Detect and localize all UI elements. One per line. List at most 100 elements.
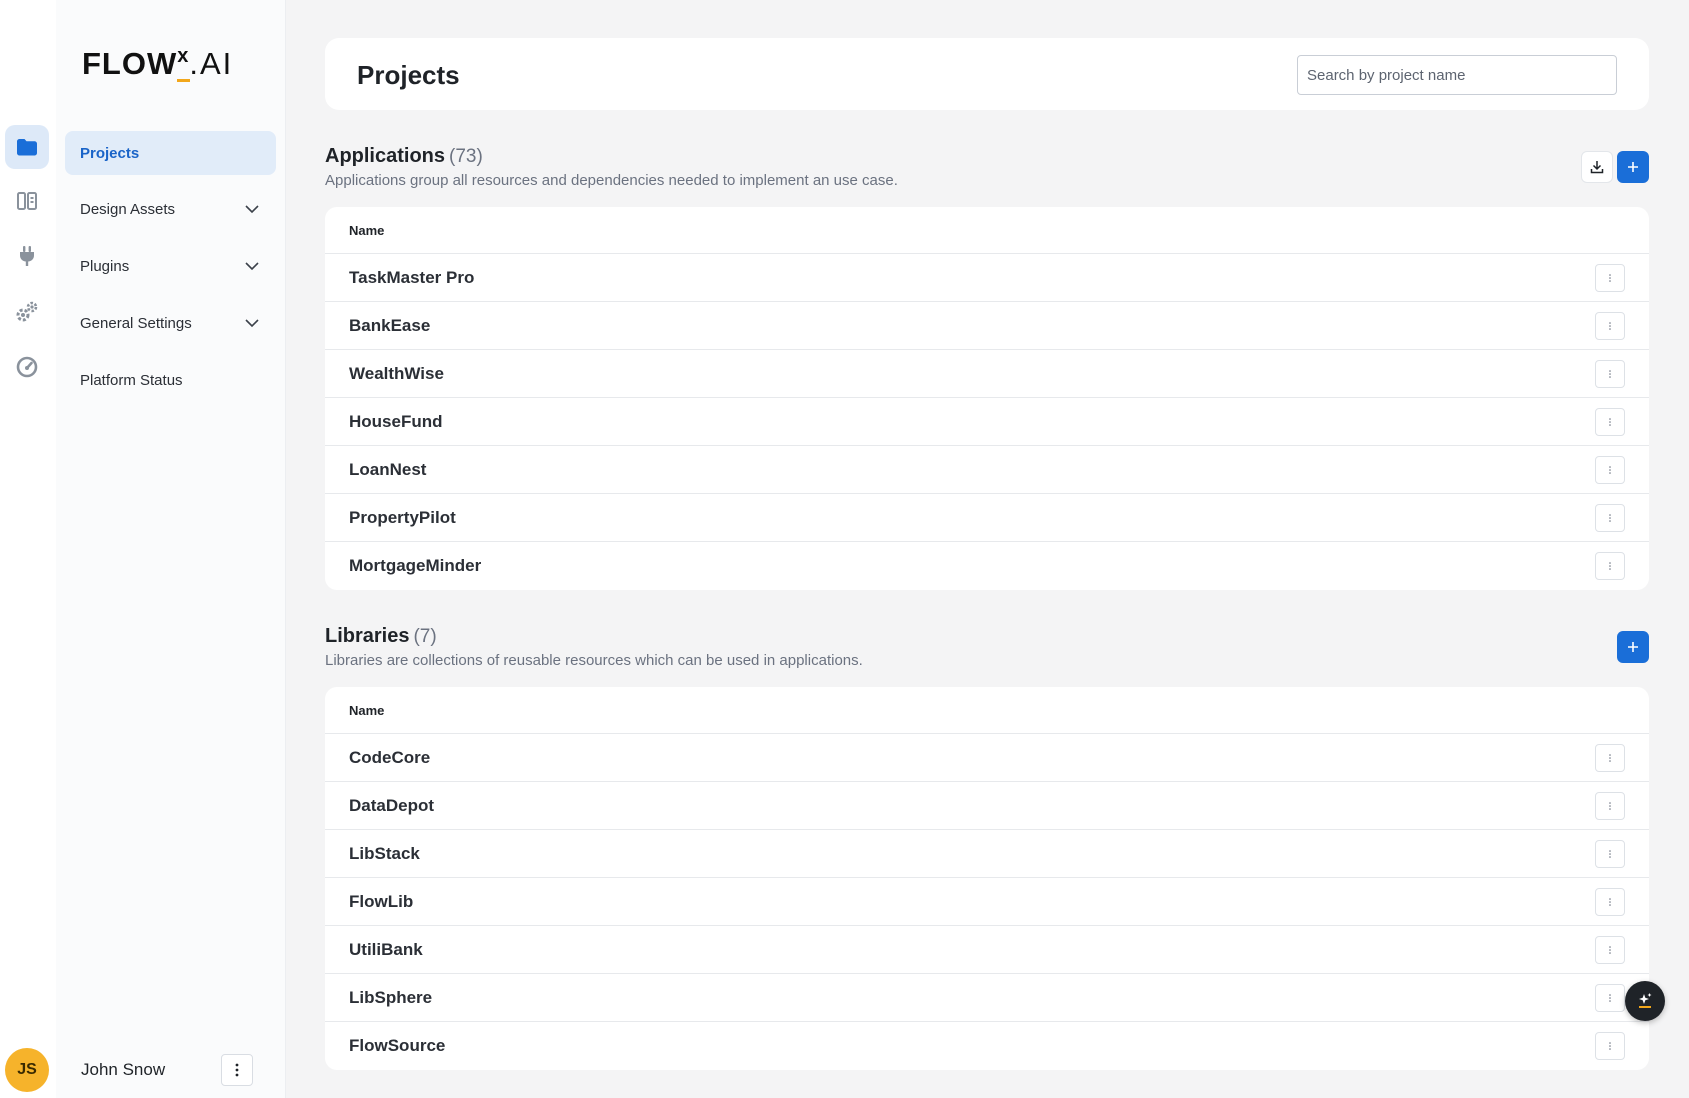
rail-plugins[interactable] [5,234,49,278]
row-menu-button[interactable] [1595,888,1625,916]
kebab-menu-icon [235,1063,239,1077]
add-application-button[interactable] [1617,151,1649,183]
search-input[interactable] [1297,55,1617,95]
flowx-logo: FLOWx.AI [82,45,233,84]
sparkle-icon [1639,993,1652,1008]
section-title: Libraries [325,625,410,647]
row-name: LibSphere [349,987,433,1007]
kebab-menu-icon [1609,898,1611,906]
sidebar-item-plugins[interactable]: Plugins [65,244,276,288]
user-name: John Snow [81,1060,166,1079]
kebab-menu-icon [1609,850,1611,858]
row-menu-button[interactable] [1595,360,1625,388]
table-row[interactable]: HouseFund [325,398,1649,446]
avatar[interactable]: JS [5,1048,49,1092]
section-count: (73) [449,146,483,167]
row-name: FlowLib [349,891,414,911]
chevron-down-icon [245,262,259,271]
row-name: PropertyPilot [349,507,456,527]
sidebar-item-general-settings[interactable]: General Settings [65,301,276,345]
ai-assistant-button[interactable] [1625,981,1665,1021]
sidebar-item-design-assets[interactable]: Design Assets [65,187,276,231]
table-row[interactable]: BankEase [325,302,1649,350]
plus-icon [1628,642,1638,652]
sidebar-item-platform-status[interactable]: Platform Status [65,358,276,402]
row-name: MortgageMinder [349,556,482,575]
table-row[interactable]: LoanNest [325,446,1649,494]
row-name: TaskMaster Pro [349,267,475,287]
kebab-menu-icon [1609,802,1611,810]
kebab-menu-icon [1609,322,1611,330]
applications-table: Name TaskMaster Pro BankEase WealthWise … [325,207,1649,590]
row-menu-button[interactable] [1595,264,1625,292]
row-name: LibStack [349,843,420,863]
gears-icon [16,301,38,322]
row-name: UtiliBank [349,939,423,959]
table-row[interactable]: LibStack [325,830,1649,878]
chevron-down-icon [245,205,259,214]
row-menu-button[interactable] [1595,792,1625,820]
row-menu-button[interactable] [1595,984,1625,1012]
chevron-down-icon [245,319,259,328]
row-menu-button[interactable] [1595,312,1625,340]
sidebar-item-label: Plugins [80,257,130,275]
rail-projects[interactable] [5,125,49,169]
rail-platform-status[interactable] [5,345,49,389]
plug-icon [20,246,34,266]
row-name: BankEase [349,315,431,335]
table-row[interactable]: TaskMaster Pro [325,254,1649,302]
column-header-name: Name [325,687,1649,734]
rail-general-settings[interactable] [5,290,49,334]
libraries-section-header: Libraries (7) Libraries are collections o… [325,625,863,669]
kebab-menu-icon [1609,1042,1611,1050]
user-menu-button[interactable] [221,1054,253,1086]
row-menu-button[interactable] [1595,840,1625,868]
sidebar-item-projects[interactable]: Projects [65,131,276,175]
add-library-button[interactable] [1617,631,1649,663]
row-menu-button[interactable] [1595,408,1625,436]
row-name: FlowSource [349,1036,446,1055]
gauge-icon [16,356,38,378]
row-menu-button[interactable] [1595,552,1625,580]
row-menu-button[interactable] [1595,456,1625,484]
table-row[interactable]: LibSphere [325,974,1649,1022]
row-name: WealthWise [349,363,444,383]
row-menu-button[interactable] [1595,744,1625,772]
row-menu-button[interactable] [1595,504,1625,532]
rail-design-assets[interactable] [5,179,49,223]
kebab-menu-icon [1609,418,1611,426]
sidebar-item-label: Design Assets [80,200,176,218]
kebab-menu-icon [1609,466,1611,474]
row-name: CodeCore [349,747,431,767]
icon-rail [0,0,56,1098]
user-profile: JS John Snow [0,1048,285,1092]
table-row[interactable]: CodeCore [325,734,1649,782]
column-header-name: Name [325,207,1649,254]
sidebar-item-label: Platform Status [80,371,183,389]
table-row[interactable]: UtiliBank [325,926,1649,974]
table-row[interactable]: FlowSource [325,1022,1649,1070]
table-row[interactable]: DataDepot [325,782,1649,830]
section-title: Applications [325,145,446,167]
row-name: HouseFund [349,411,443,431]
kebab-menu-icon [1609,946,1611,954]
folder-icon [17,139,37,156]
applications-section-header: Applications (73) Applications group all … [325,145,898,189]
sidebar-item-label: General Settings [80,314,192,332]
table-row[interactable]: MortgageMinder [325,542,1649,590]
table-row[interactable]: WealthWise [325,350,1649,398]
table-row[interactable]: PropertyPilot [325,494,1649,542]
kebab-menu-icon [1609,514,1611,522]
row-menu-button[interactable] [1595,936,1625,964]
section-description: Libraries are collections of reusable re… [325,652,863,669]
row-menu-button[interactable] [1595,1032,1625,1060]
library-icon [17,192,37,210]
import-button[interactable] [1581,151,1613,183]
sidebar-nav: FLOWx.AI Projects Design Assets Plugins … [56,0,286,1098]
section-count: (7) [413,626,437,647]
table-row[interactable]: FlowLib [325,878,1649,926]
row-name: LoanNest [349,459,427,479]
sidebar-item-label: Projects [80,144,140,162]
page-header: Projects [325,38,1649,110]
kebab-menu-icon [1609,994,1611,1002]
